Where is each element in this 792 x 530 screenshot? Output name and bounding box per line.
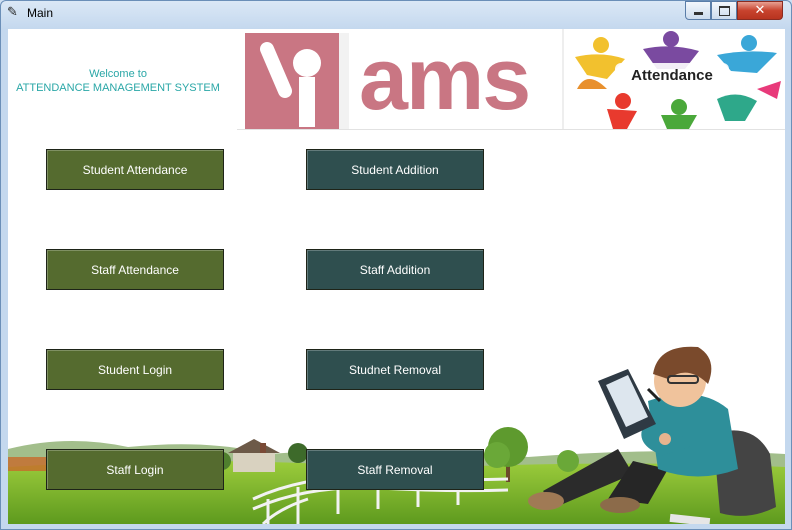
staff-removal-button[interactable]: Staff Removal bbox=[306, 449, 484, 490]
student-attendance-button[interactable]: Student Attendance bbox=[46, 149, 224, 190]
student-removal-button[interactable]: Studnet Removal bbox=[306, 349, 484, 390]
minimize-button[interactable] bbox=[685, 1, 711, 20]
welcome-text: Welcome to ATTENDANCE MANAGEMENT SYSTEM bbox=[8, 67, 228, 95]
attendance-logo: Attendance bbox=[575, 31, 781, 129]
staff-addition-button[interactable]: Staff Addition bbox=[306, 249, 484, 290]
maximize-icon bbox=[718, 5, 730, 16]
window-title: Main bbox=[27, 6, 54, 20]
close-button[interactable]: ✕ bbox=[737, 1, 783, 20]
farmhouse bbox=[228, 439, 280, 472]
close-icon: ✕ bbox=[754, 3, 766, 18]
attendance-logo-text: Attendance bbox=[631, 67, 713, 84]
ams-logo-text: ams bbox=[359, 29, 529, 128]
header-banner: ams Attendance bbox=[237, 29, 785, 130]
maximize-button[interactable] bbox=[711, 1, 737, 20]
main-window: ✎ Main ✕ Welcome to ATTENDANCE MANAGEMEN… bbox=[0, 0, 792, 530]
client-area: Welcome to ATTENDANCE MANAGEMENT SYSTEM … bbox=[8, 29, 785, 524]
staff-attendance-button[interactable]: Staff Attendance bbox=[46, 249, 224, 290]
student-login-button[interactable]: Student Login bbox=[46, 349, 224, 390]
student-addition-button[interactable]: Student Addition bbox=[306, 149, 484, 190]
title-bar[interactable]: ✎ Main ✕ bbox=[1, 1, 791, 27]
welcome-line2: ATTENDANCE MANAGEMENT SYSTEM bbox=[16, 82, 220, 94]
feather-icon: ✎ bbox=[7, 5, 18, 20]
welcome-line1: Welcome to bbox=[89, 68, 147, 80]
staff-login-button[interactable]: Staff Login bbox=[46, 449, 224, 490]
minimize-icon bbox=[693, 12, 703, 15]
